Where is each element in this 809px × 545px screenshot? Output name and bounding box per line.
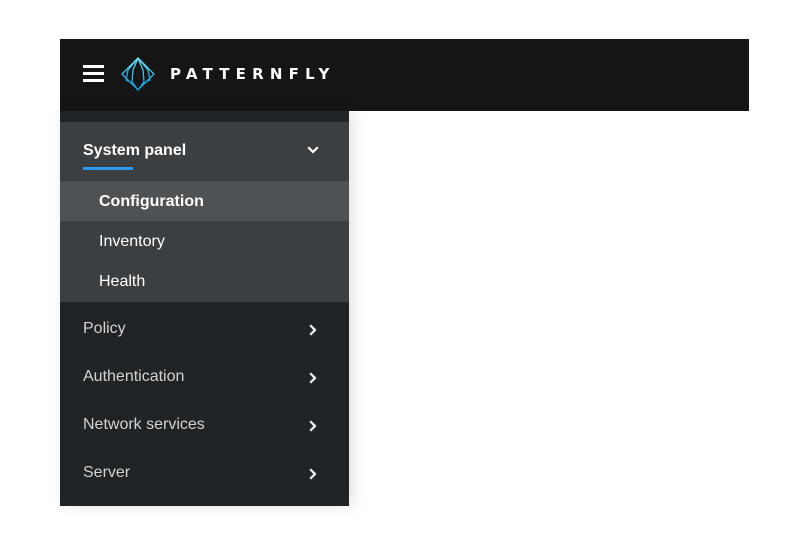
chevron-right-icon — [309, 324, 317, 336]
chevron-down-icon — [307, 146, 319, 154]
patternfly-logo-icon — [121, 57, 155, 91]
hamburger-bar — [83, 79, 104, 82]
sidebar-item-health[interactable]: Health — [60, 261, 349, 301]
hamburger-bar — [83, 72, 104, 75]
nav-section-system-panel: System panel Configuration Inventory Hea… — [60, 122, 349, 302]
masthead: PATTERNFLY — [60, 39, 749, 111]
page: PATTERNFLY System panel Configuration In… — [60, 39, 749, 506]
section-active-underline — [83, 167, 133, 170]
system-panel-toggle[interactable]: System panel — [60, 122, 349, 181]
sidebar-item-label: Health — [99, 273, 146, 290]
sidebar-item-inventory[interactable]: Inventory — [60, 221, 349, 261]
sidebar-item-label: Server — [83, 464, 131, 481]
brand-name: PATTERNFLY — [170, 65, 336, 83]
hamburger-menu-icon[interactable] — [83, 64, 104, 83]
sidebar-item-label: Authentication — [83, 368, 185, 385]
sidebar-item-server[interactable]: Server — [60, 450, 349, 498]
sidebar-item-network-services[interactable]: Network services — [60, 402, 349, 450]
sidebar-item-label: Policy — [83, 320, 126, 337]
brand-link[interactable]: PATTERNFLY — [120, 56, 336, 92]
sidebar-item-label: Configuration — [99, 193, 204, 210]
section-label: System panel — [83, 142, 187, 159]
sidebar-item-configuration[interactable]: Configuration — [60, 181, 349, 221]
chevron-right-icon — [309, 372, 317, 384]
chevron-right-icon — [309, 420, 317, 432]
sidebar-nav: System panel Configuration Inventory Hea… — [60, 111, 349, 506]
hamburger-bar — [83, 65, 104, 68]
chevron-right-icon — [309, 468, 317, 480]
sidebar-item-policy[interactable]: Policy — [60, 306, 349, 354]
sidebar-item-label: Inventory — [99, 233, 165, 250]
sidebar-item-label: Network services — [83, 416, 205, 433]
sidebar-item-authentication[interactable]: Authentication — [60, 354, 349, 402]
